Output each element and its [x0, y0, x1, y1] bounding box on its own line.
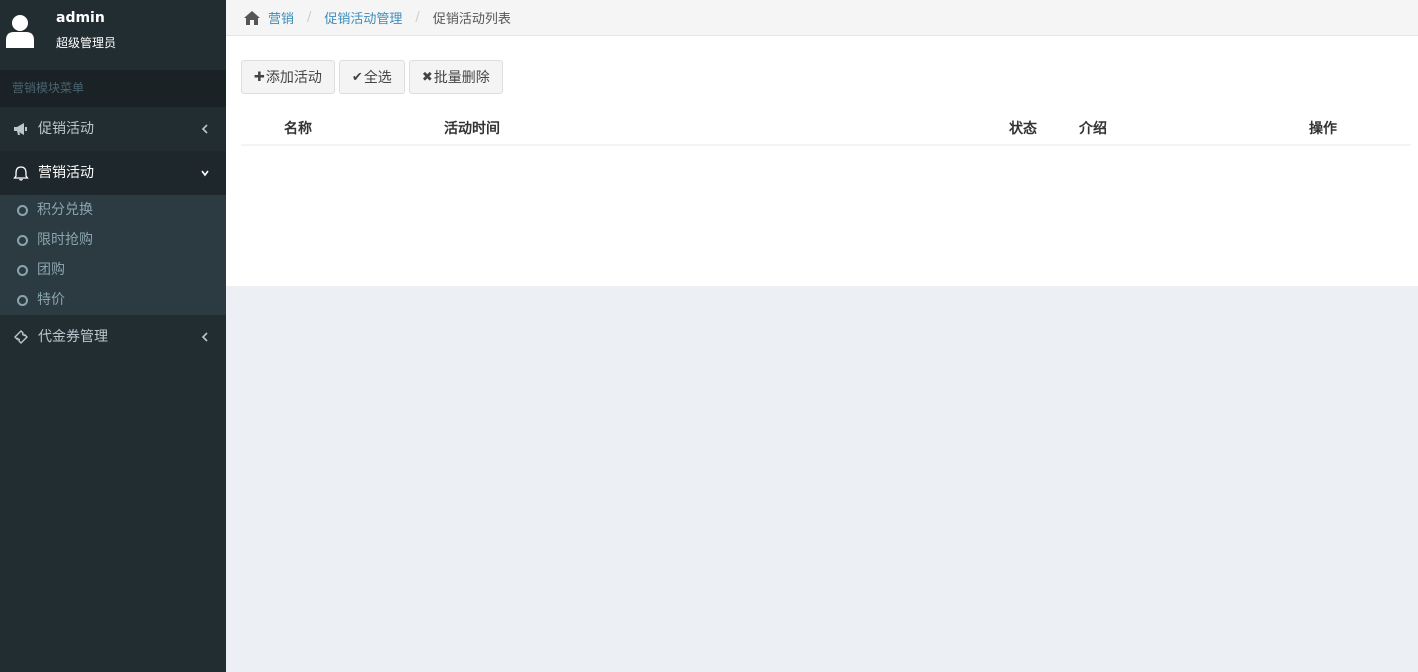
column-header-status[interactable]: 状态 — [1009, 118, 1037, 138]
breadcrumb-home-link[interactable]: 营销 — [268, 8, 294, 27]
add-activity-label: 添加活动 — [265, 70, 322, 86]
breadcrumb-section-link[interactable]: 促销活动管理 — [324, 8, 402, 27]
sidebar-item-label: 促销活动 — [38, 121, 94, 137]
sidebar-subitem-group-buy[interactable]: 团购 — [0, 255, 226, 285]
sidebar-item-label: 代金券管理 — [38, 329, 108, 345]
sidebar-item-vouchers[interactable]: 代金券管理 — [0, 315, 226, 359]
user-panel: admin 超级管理员 — [0, 0, 226, 70]
circle-icon — [17, 235, 28, 246]
sidebar-item-label: 营销活动 — [38, 165, 94, 181]
toolbar: ✚ 添加活动 ✔ 全选 ✖ 批量删除 — [241, 60, 503, 94]
column-header-name[interactable]: 名称 — [284, 118, 312, 138]
close-icon: ✖ — [421, 69, 433, 85]
chevron-left-icon — [201, 332, 208, 342]
user-role: 超级管理员 — [56, 36, 117, 50]
sidebar-item-marketing[interactable]: 营销活动 — [0, 151, 226, 195]
sidebar-subitem-points-exchange[interactable]: 积分兑换 — [0, 195, 226, 225]
plus-icon: ✚ — [254, 69, 265, 85]
add-activity-button[interactable]: ✚ 添加活动 — [241, 60, 335, 94]
sidebar-subitem-flash-sale[interactable]: 限时抢购 — [0, 225, 226, 255]
main-content: 营销 / 促销活动管理 / 促销活动列表 ✚ 添加活动 ✔ 全选 ✖ 批量删除 … — [226, 0, 1418, 672]
sidebar: admin 超级管理员 营销模块菜单 促销活动 营销活动 积分兑换 限时抢购 团… — [0, 0, 226, 672]
breadcrumb-current: 促销活动列表 — [432, 12, 511, 27]
submenu-marketing: 积分兑换 限时抢购 团购 特价 — [0, 195, 226, 315]
check-icon: ✔ — [351, 69, 363, 85]
table-header: 名称 活动时间 状态 介绍 操作 — [241, 108, 1411, 146]
breadcrumb: 营销 / 促销活动管理 / 促销活动列表 — [226, 0, 1418, 36]
home-icon[interactable] — [243, 10, 261, 26]
circle-icon — [17, 295, 28, 306]
column-header-actions[interactable]: 操作 — [1309, 118, 1337, 138]
sidebar-subitem-special-price[interactable]: 特价 — [0, 285, 226, 315]
content-box: ✚ 添加活动 ✔ 全选 ✖ 批量删除 名称 活动时间 状态 介绍 操作 — [226, 36, 1418, 286]
user-name: admin — [56, 10, 105, 26]
ticket-icon — [14, 330, 28, 344]
chevron-left-icon — [201, 124, 208, 134]
sidebar-item-promotions[interactable]: 促销活动 — [0, 107, 226, 151]
user-avatar-icon — [6, 15, 34, 48]
batch-delete-label: 批量删除 — [433, 70, 490, 86]
breadcrumb-separator: / — [307, 10, 312, 25]
column-header-time[interactable]: 活动时间 — [444, 118, 500, 138]
bell-icon — [13, 166, 29, 181]
breadcrumb-separator: / — [415, 10, 420, 25]
chevron-down-icon — [201, 170, 209, 177]
sidebar-subitem-label: 限时抢购 — [37, 232, 93, 248]
select-all-button[interactable]: ✔ 全选 — [338, 60, 405, 94]
bullhorn-icon — [14, 123, 27, 135]
circle-icon — [17, 265, 28, 276]
sidebar-subitem-label: 团购 — [37, 262, 65, 278]
menu-header: 营销模块菜单 — [0, 70, 226, 107]
column-header-intro[interactable]: 介绍 — [1079, 118, 1107, 138]
select-all-label: 全选 — [363, 70, 392, 86]
sidebar-subitem-label: 积分兑换 — [37, 202, 93, 218]
circle-icon — [17, 205, 28, 216]
sidebar-subitem-label: 特价 — [37, 292, 65, 308]
batch-delete-button[interactable]: ✖ 批量删除 — [408, 60, 503, 94]
